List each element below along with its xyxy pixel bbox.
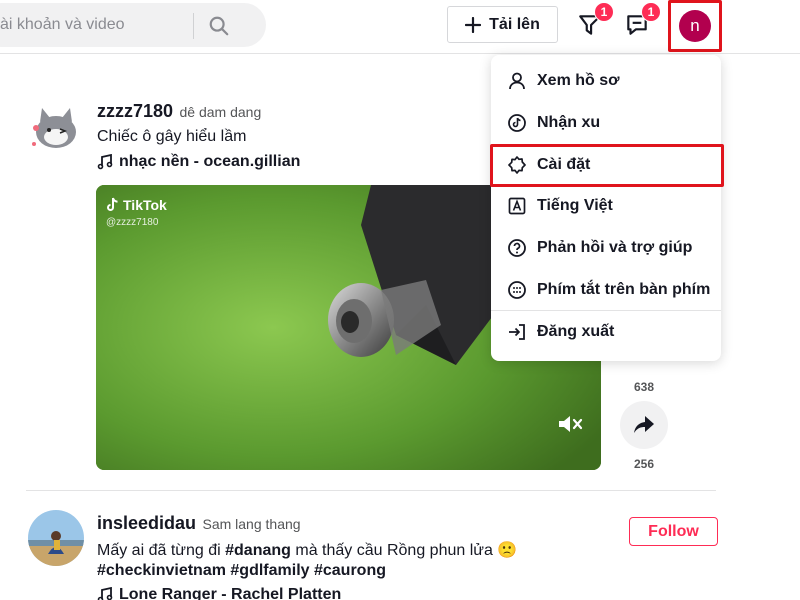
profile-avatar[interactable]: n	[679, 10, 711, 42]
hashtag-link[interactable]: #danang	[225, 542, 291, 559]
follow-button[interactable]: Follow	[629, 517, 718, 546]
post-music-label: Lone Ranger - Rachel Platten	[119, 586, 342, 600]
menu-item-label: Đăng xuất	[537, 323, 615, 340]
search-input[interactable]	[0, 15, 186, 35]
speaker-muted-icon	[559, 416, 583, 432]
cat-avatar-image	[26, 100, 82, 156]
profile-dropdown-menu: Xem hồ sơ Nhận xu Cài đặt Tiếng Việt Phả…	[491, 55, 721, 361]
caption-text: Mấy ai đã từng đi	[97, 542, 221, 559]
search-divider	[193, 13, 194, 39]
post-username[interactable]: zzzz7180	[97, 101, 173, 121]
menu-item-label: Phím tắt trên bàn phím	[537, 281, 711, 298]
post-hashtags: #checkinvietnam #gdlfamily #caurong	[97, 562, 386, 580]
menu-item-get-coins[interactable]: Nhận xu	[491, 103, 721, 143]
user-icon	[507, 71, 527, 91]
menu-divider	[491, 310, 721, 311]
watermark-user: @zzzz7180	[106, 217, 159, 228]
menu-item-logout[interactable]: Đăng xuất	[491, 312, 721, 352]
keyboard-icon	[507, 280, 527, 300]
post-author-line: zzzz7180 dê dam dang	[97, 101, 261, 122]
watermark-brand: TikTok	[123, 197, 167, 213]
profile-avatar-highlight[interactable]: n	[668, 0, 722, 52]
tiktok-watermark: TikTok @zzzz7180	[106, 197, 167, 228]
messages-badge: 1	[641, 2, 661, 22]
menu-item-view-profile[interactable]: Xem hồ sơ	[491, 61, 721, 101]
post-music-link[interactable]: nhạc nền - ocean.gillian	[97, 153, 300, 171]
hashtag-links[interactable]: #checkinvietnam #gdlfamily #caurong	[97, 562, 386, 579]
traveler-avatar-image	[28, 510, 84, 566]
menu-item-label: Nhận xu	[537, 114, 601, 131]
music-note-icon	[97, 587, 113, 600]
share-action[interactable]: 256	[620, 401, 668, 471]
post-caption: Chiếc ô gây hiểu lầm	[97, 128, 247, 145]
menu-item-label: Cài đặt	[537, 156, 591, 173]
post-nickname: dê dam dang	[179, 104, 262, 120]
upload-label: Tải lên	[489, 15, 540, 33]
search-button[interactable]	[204, 13, 234, 39]
search-icon	[209, 16, 229, 36]
music-note-icon	[97, 154, 113, 170]
post-author-avatar[interactable]	[26, 100, 82, 156]
menu-item-label: Xem hồ sơ	[537, 72, 620, 89]
upload-button[interactable]: Tải lên	[447, 6, 558, 43]
menu-item-label: Tiếng Việt	[537, 197, 613, 214]
menu-item-feedback-help[interactable]: Phản hồi và trợ giúp	[491, 228, 721, 268]
post-author-line: insleedidau Sam lang thang	[97, 513, 301, 534]
post-author-avatar[interactable]	[28, 510, 84, 566]
logout-icon	[507, 322, 527, 342]
inbox-badge: 1	[594, 2, 614, 22]
share-button[interactable]	[620, 401, 668, 449]
menu-item-keyboard-shortcuts[interactable]: Phím tắt trên bàn phím	[491, 270, 721, 310]
post-nickname: Sam lang thang	[202, 516, 301, 532]
caption-text: mà thấy cầu Rồng phun lửa 🙁	[295, 542, 518, 559]
share-count: 256	[633, 457, 655, 471]
post-music-label: nhạc nền - ocean.gillian	[119, 153, 301, 170]
plus-icon	[465, 16, 482, 33]
post-divider	[26, 490, 716, 491]
help-icon	[507, 238, 527, 258]
tiktok-coin-icon	[507, 113, 527, 133]
language-icon	[507, 196, 527, 216]
menu-item-settings[interactable]: Cài đặt	[491, 145, 721, 185]
inbox-filter-button[interactable]: 1	[575, 2, 614, 40]
menu-item-language[interactable]: Tiếng Việt	[491, 186, 721, 226]
gear-icon	[507, 155, 527, 175]
post-caption: Mấy ai đã từng đi #danang mà thấy cầu Rồ…	[97, 540, 517, 560]
mute-button[interactable]	[557, 413, 583, 440]
messages-button[interactable]: 1	[622, 2, 661, 40]
post-username[interactable]: insleedidau	[97, 513, 196, 533]
menu-item-label: Phản hồi và trợ giúp	[537, 239, 693, 256]
tiktok-logo-icon	[107, 197, 118, 211]
comment-count: 638	[633, 380, 655, 394]
post-music-link[interactable]: Lone Ranger - Rachel Platten	[97, 586, 341, 600]
top-navigation-bar: Tải lên 1 1 n	[0, 0, 800, 54]
search-bar	[0, 3, 266, 47]
share-arrow-icon	[634, 416, 654, 433]
